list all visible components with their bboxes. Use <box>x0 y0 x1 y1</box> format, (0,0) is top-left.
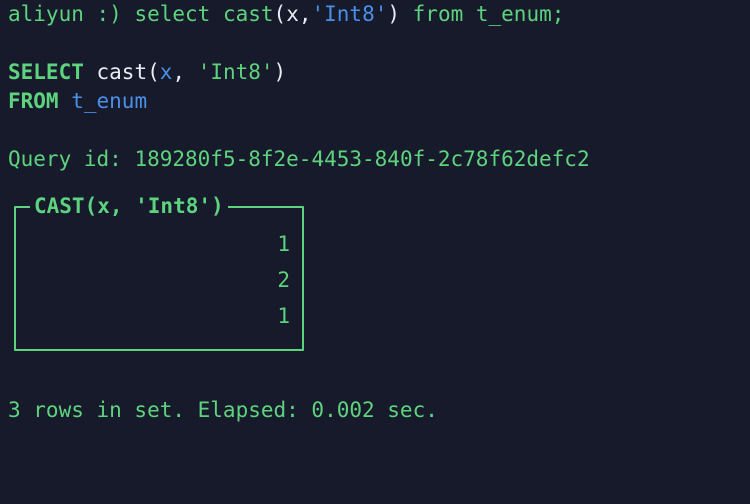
keyword-select: SELECT <box>8 60 84 84</box>
select-space <box>84 60 97 84</box>
result-rows: 1 2 1 <box>277 226 290 334</box>
prompt-host: aliyun <box>8 2 84 26</box>
cast-argument-x: x <box>159 60 173 84</box>
status-text: 3 rows in set. Elapsed: 0.002 sec. <box>8 398 438 422</box>
query-id-value: 189280f5-8f2e-4453-840f-2c78f62defc2 <box>134 147 590 171</box>
status-summary: 3 rows in set. Elapsed: 0.002 sec. <box>0 396 750 425</box>
command-arg-x: x <box>286 2 299 26</box>
from-space <box>59 89 72 113</box>
command-function-cast: cast <box>222 2 274 26</box>
command-from-clause: from t_enum; <box>400 2 565 26</box>
command-space <box>210 2 223 26</box>
command-comma: , <box>298 2 312 26</box>
cast-type-literal: 'Int8' <box>197 60 274 84</box>
result-column-header: CAST(x, 'Int8') <box>30 192 228 221</box>
command-paren-open: ( <box>273 2 287 26</box>
command-keyword-select: select <box>134 2 211 26</box>
query-id-label: Query id: <box>8 147 135 171</box>
table-row: 2 <box>277 268 290 292</box>
query-id-line: Query id: 189280f5-8f2e-4453-840f-2c78f6… <box>0 145 750 174</box>
command-paren-close: ) <box>387 2 401 26</box>
terminal-window: aliyun :) select cast(x,'Int8') from t_e… <box>0 0 750 504</box>
formatted-query-from-line: FROM t_enum <box>0 87 750 116</box>
prompt-symbol: :) <box>83 2 135 26</box>
result-table: CAST(x, 'Int8') 1 2 1 <box>14 192 304 351</box>
prompt-line[interactable]: aliyun :) select cast(x,'Int8') from t_e… <box>0 0 750 29</box>
table-row: 1 <box>277 232 290 256</box>
table-row: 1 <box>277 304 290 328</box>
cast-comma: , <box>172 60 198 84</box>
cast-paren-close: ) <box>273 60 287 84</box>
function-cast-open: cast( <box>96 60 160 84</box>
formatted-query-select-line: SELECT cast(x, 'Int8') <box>0 58 750 87</box>
keyword-from: FROM <box>8 89 59 113</box>
command-type-literal: 'Int8' <box>311 2 388 26</box>
table-name-t-enum: t_enum <box>71 89 148 113</box>
